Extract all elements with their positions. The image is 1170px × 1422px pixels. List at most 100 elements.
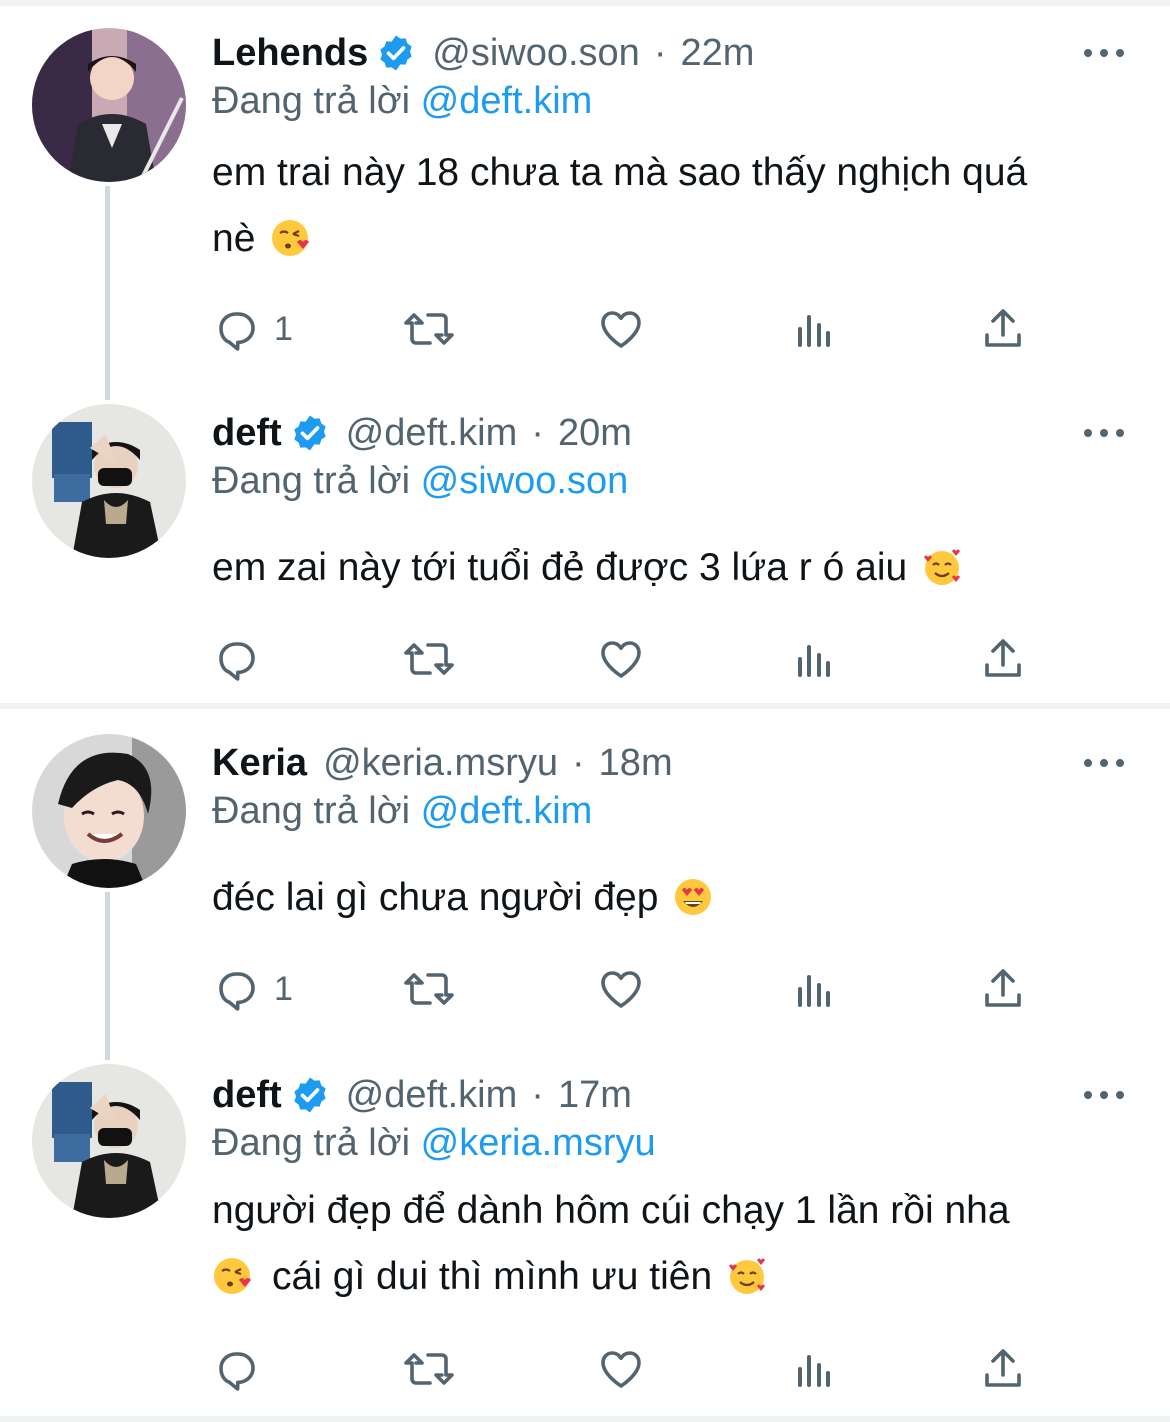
replying-to: Đang trả lời @keria.msryu bbox=[212, 1122, 656, 1165]
analytics-icon bbox=[798, 975, 830, 1007]
display-name[interactable]: deft bbox=[212, 1074, 282, 1117]
reply-button[interactable] bbox=[212, 1344, 274, 1394]
retweet-icon bbox=[404, 973, 454, 1005]
tweet-text-segment: đéc lai gì chưa người đẹp bbox=[212, 876, 659, 919]
user-handle[interactable]: @keria.msryu bbox=[323, 742, 558, 785]
reply-mention-link[interactable]: @keria.msryu bbox=[421, 1122, 656, 1164]
replying-prefix: Đang trả lời bbox=[212, 460, 421, 502]
face-blowing-kiss-icon bbox=[212, 1251, 252, 1294]
timestamp[interactable]: 20m bbox=[558, 412, 632, 455]
reply-icon bbox=[219, 642, 255, 681]
like-button[interactable] bbox=[597, 1344, 645, 1394]
retweet-icon bbox=[404, 313, 454, 345]
like-icon bbox=[601, 311, 641, 348]
share-icon bbox=[985, 1349, 1021, 1387]
like-icon bbox=[601, 1351, 641, 1388]
like-icon bbox=[601, 641, 641, 678]
separator-dot: · bbox=[531, 411, 544, 454]
display-name[interactable]: Lehends bbox=[212, 32, 368, 75]
tweet-text-line: đéc lai gì chưa người đẹp bbox=[212, 865, 1142, 931]
more-icon[interactable] bbox=[1084, 1080, 1124, 1110]
timestamp[interactable]: 17m bbox=[558, 1074, 632, 1117]
like-button[interactable] bbox=[597, 634, 645, 684]
analytics-button[interactable] bbox=[790, 304, 838, 354]
tweet-actions: 1 bbox=[212, 964, 1042, 1014]
verified-badge-icon bbox=[290, 413, 330, 453]
analytics-icon bbox=[798, 1355, 830, 1387]
reply-icon bbox=[219, 972, 255, 1011]
separator-dot: · bbox=[653, 31, 667, 74]
tweet[interactable]: Lehends @siwoo.son · 22m Đang trả lời @d… bbox=[0, 28, 1170, 368]
tweet-text-line: người đẹp để dành hôm cúi chạy 1 lần rồi… bbox=[212, 1189, 1010, 1232]
verified-badge-icon bbox=[290, 1075, 330, 1115]
share-icon bbox=[985, 969, 1021, 1007]
analytics-button[interactable] bbox=[790, 1344, 838, 1394]
like-button[interactable] bbox=[597, 304, 645, 354]
tweet-text: em zai này tới tuổi đẻ được 3 lứa r ó ai… bbox=[212, 535, 1142, 601]
analytics-icon bbox=[798, 645, 830, 677]
replying-prefix: Đang trả lời bbox=[212, 1122, 421, 1164]
reply-button[interactable]: 1 bbox=[212, 964, 293, 1014]
tweet-header: deft @deft.kim · 17m bbox=[212, 1070, 632, 1120]
analytics-icon bbox=[798, 315, 830, 347]
smiling-face-with-heart-eyes-icon bbox=[673, 872, 713, 915]
more-icon[interactable] bbox=[1084, 748, 1124, 778]
more-icon[interactable] bbox=[1084, 38, 1124, 68]
tweet-text-line: cái gì dui thì mình ưu tiên bbox=[212, 1244, 1142, 1310]
avatar[interactable] bbox=[32, 28, 186, 182]
tweet-text-segment: nè bbox=[212, 217, 256, 260]
separator-dot: · bbox=[572, 741, 585, 784]
face-blowing-kiss-icon bbox=[270, 213, 310, 256]
thread-separator bbox=[0, 703, 1170, 709]
reply-mention-link[interactable]: @deft.kim bbox=[421, 790, 593, 832]
like-button[interactable] bbox=[597, 964, 645, 1014]
analytics-button[interactable] bbox=[790, 634, 838, 684]
tweet-text: đéc lai gì chưa người đẹp bbox=[212, 865, 1142, 931]
tweet-text-segment: em zai này tới tuổi đẻ được 3 lứa r ó ai… bbox=[212, 546, 908, 589]
like-icon bbox=[601, 971, 641, 1008]
share-button[interactable] bbox=[979, 964, 1027, 1014]
retweet-button[interactable] bbox=[402, 304, 456, 354]
avatar[interactable] bbox=[32, 734, 186, 888]
share-button[interactable] bbox=[979, 634, 1027, 684]
smiling-face-with-hearts-icon bbox=[727, 1251, 767, 1294]
replying-to: Đang trả lời @deft.kim bbox=[212, 80, 592, 123]
retweet-icon bbox=[404, 643, 454, 675]
tweet-actions: 1 bbox=[212, 304, 1042, 354]
tweet[interactable]: deft @deft.kim · 17m Đang trả lời @keria… bbox=[0, 1064, 1170, 1410]
reply-button[interactable]: 1 bbox=[212, 304, 293, 354]
reply-mention-link[interactable]: @siwoo.son bbox=[421, 460, 629, 502]
tweet-actions bbox=[212, 634, 1042, 684]
reply-icon bbox=[219, 1352, 255, 1391]
share-button[interactable] bbox=[979, 304, 1027, 354]
replying-prefix: Đang trả lời bbox=[212, 80, 421, 122]
avatar[interactable] bbox=[32, 1064, 186, 1218]
share-icon bbox=[985, 309, 1021, 347]
timestamp[interactable]: 18m bbox=[599, 742, 673, 785]
display-name[interactable]: Keria bbox=[212, 742, 307, 785]
more-icon[interactable] bbox=[1084, 418, 1124, 448]
user-handle[interactable]: @deft.kim bbox=[346, 412, 518, 455]
tweet-text-segment: cái gì dui thì mình ưu tiên bbox=[272, 1255, 713, 1298]
analytics-button[interactable] bbox=[790, 964, 838, 1014]
avatar[interactable] bbox=[32, 404, 186, 558]
reply-button[interactable] bbox=[212, 634, 274, 684]
retweet-button[interactable] bbox=[402, 634, 456, 684]
reply-mention-link[interactable]: @deft.kim bbox=[421, 80, 593, 122]
user-handle[interactable]: @siwoo.son bbox=[432, 32, 640, 75]
tweet[interactable]: Keria @keria.msryu · 18m Đang trả lời @d… bbox=[0, 734, 1170, 1028]
display-name[interactable]: deft bbox=[212, 412, 282, 455]
timestamp[interactable]: 22m bbox=[680, 32, 754, 75]
tweet-text: em trai này 18 chưa ta mà sao thấy nghịc… bbox=[212, 140, 1142, 272]
user-handle[interactable]: @deft.kim bbox=[346, 1074, 518, 1117]
retweet-button[interactable] bbox=[402, 1344, 456, 1394]
reply-count: 1 bbox=[274, 309, 293, 348]
retweet-button[interactable] bbox=[402, 964, 456, 1014]
share-button[interactable] bbox=[979, 1344, 1027, 1394]
replying-to: Đang trả lời @deft.kim bbox=[212, 790, 592, 833]
reply-icon bbox=[219, 312, 255, 351]
retweet-icon bbox=[404, 1353, 454, 1385]
tweet-header: deft @deft.kim · 20m bbox=[212, 408, 632, 458]
tweet[interactable]: deft @deft.kim · 20m Đang trả lời @siwoo… bbox=[0, 404, 1170, 688]
verified-badge-icon bbox=[376, 33, 416, 73]
